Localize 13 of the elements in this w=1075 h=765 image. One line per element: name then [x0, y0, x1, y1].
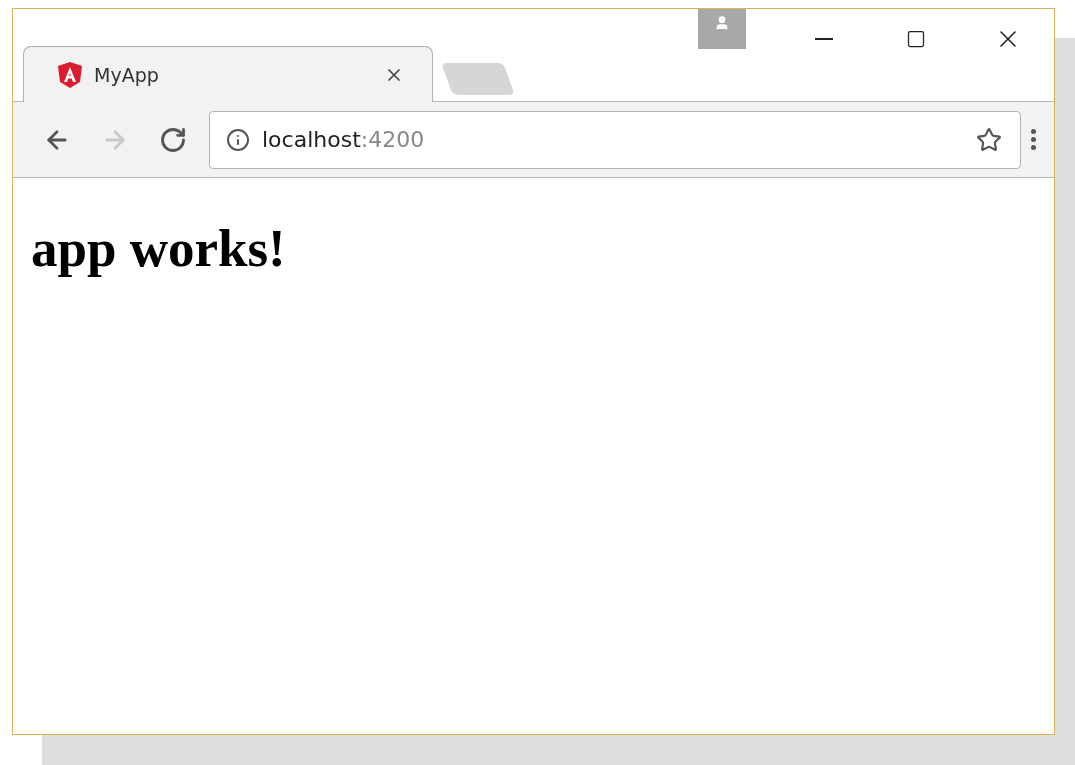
browser-tab[interactable]: MyApp — [23, 46, 433, 102]
shield-logo-icon — [58, 61, 82, 88]
star-icon — [976, 126, 1002, 153]
minimize-icon — [815, 38, 833, 40]
menu-icon — [1031, 129, 1036, 150]
maximize-icon — [906, 29, 926, 49]
url-text: localhost:4200 — [262, 127, 426, 152]
info-icon[interactable] — [226, 127, 250, 152]
page-heading: app works! — [31, 218, 287, 278]
address-bar[interactable]: localhost:4200 — [209, 110, 1021, 169]
person-icon — [714, 15, 730, 31]
tab-title: MyApp — [94, 63, 160, 86]
reload-icon — [159, 125, 187, 154]
